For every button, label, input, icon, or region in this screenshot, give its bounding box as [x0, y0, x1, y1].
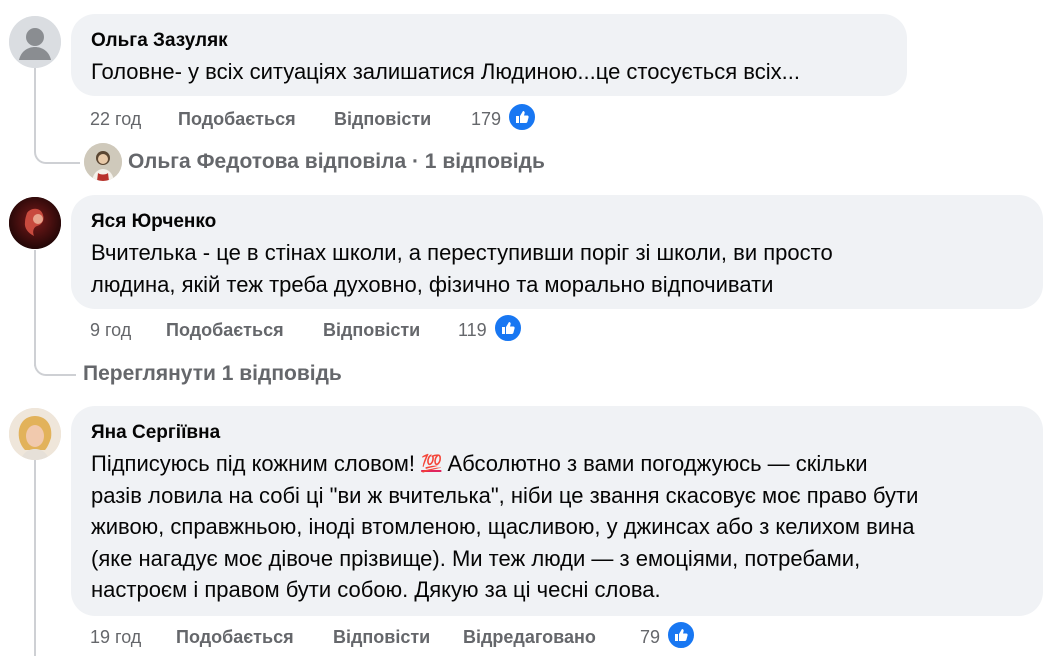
- like-button[interactable]: Подобається: [176, 625, 294, 649]
- thread-line: [34, 68, 36, 152]
- comment-text-line: Підписуюсь під кожним словом! 💯 Абсолютн…: [91, 448, 1023, 480]
- comment-text-line: настроєм і правом бути собою. Дякую за ц…: [91, 577, 661, 602]
- avatar[interactable]: [9, 197, 61, 249]
- thumbs-up-icon[interactable]: [507, 102, 537, 132]
- avatar[interactable]: [9, 408, 61, 460]
- reply-button[interactable]: Відповісти: [334, 107, 431, 131]
- comment-text-line: (яке нагадує моє дівоче прізвище). Ми те…: [91, 545, 861, 571]
- comment-text-segment: Підписуюсь під кожним словом!: [91, 451, 416, 476]
- reaction-count[interactable]: 119: [458, 318, 487, 342]
- reaction-count[interactable]: 179: [471, 107, 501, 131]
- thumbs-up-icon[interactable]: [666, 620, 696, 650]
- comment-actions: 9 год Подобається Відповісти 119: [90, 318, 530, 342]
- comment-author[interactable]: Ольга Зазуляк: [91, 29, 887, 53]
- comment-author[interactable]: Яся Юрченко: [91, 210, 1023, 234]
- comment-actions: 19 год Подобається Відповісти Відредагов…: [90, 625, 710, 649]
- comment-text: Вчителька - це в стінах школи, а пересту…: [91, 237, 1023, 300]
- reply-avatar[interactable]: [84, 143, 122, 181]
- like-button[interactable]: Подобається: [166, 318, 284, 342]
- comment-bubble: Ольга Зазуляк Головне- у всіх ситуаціях …: [71, 14, 907, 96]
- comment-time[interactable]: 22 год: [90, 107, 141, 131]
- comment-text-line: людина, якій теж треба духовно, фізично …: [91, 271, 774, 297]
- comment-actions: 22 год Подобається Відповісти 179: [90, 107, 550, 131]
- default-avatar-icon: [9, 16, 61, 68]
- comment-text-line: Вчителька - це в стінах школи, а пересту…: [91, 240, 833, 265]
- thread-line: [34, 250, 36, 366]
- reaction-count[interactable]: 79: [640, 625, 660, 649]
- comment-bubble: Яся Юрченко Вчителька - це в стінах школ…: [71, 195, 1043, 309]
- hundred-points-icon: 💯: [421, 454, 442, 473]
- comment-text: Підписуюсь під кожним словом! 💯 Абсолютн…: [91, 448, 1023, 606]
- comment-bubble: Яна Сергіївна Підписуюсь під кожним слов…: [71, 406, 1043, 616]
- view-replies-link[interactable]: Переглянути 1 відповідь: [83, 360, 342, 388]
- thread-line-curve: [34, 150, 80, 164]
- reply-summary-link[interactable]: Ольга Федотова відповіла · 1 відповідь: [128, 148, 545, 176]
- comment-time[interactable]: 9 год: [90, 318, 131, 342]
- edited-label[interactable]: Відредаговано: [463, 625, 596, 649]
- comment-text-line: разів ловила на собі ці "ви ж вчителька"…: [91, 482, 919, 508]
- comment-text-line: живою, справжньою, іноді втомленою, щасл…: [91, 514, 915, 539]
- thumbs-up-icon[interactable]: [493, 313, 523, 343]
- comment-text-segment: Абсолютно з вами погоджуюсь — скільки: [447, 451, 868, 476]
- like-button[interactable]: Подобається: [178, 107, 296, 131]
- comment-time[interactable]: 19 год: [90, 625, 141, 649]
- thread-line: [34, 460, 36, 656]
- thread-line-curve: [34, 362, 76, 376]
- reply-button[interactable]: Відповісти: [323, 318, 420, 342]
- reply-button[interactable]: Відповісти: [333, 625, 430, 649]
- avatar[interactable]: [9, 16, 61, 68]
- comment-author[interactable]: Яна Сергіївна: [91, 421, 1023, 445]
- comment-text: Головне- у всіх ситуаціях залишатися Люд…: [91, 59, 800, 84]
